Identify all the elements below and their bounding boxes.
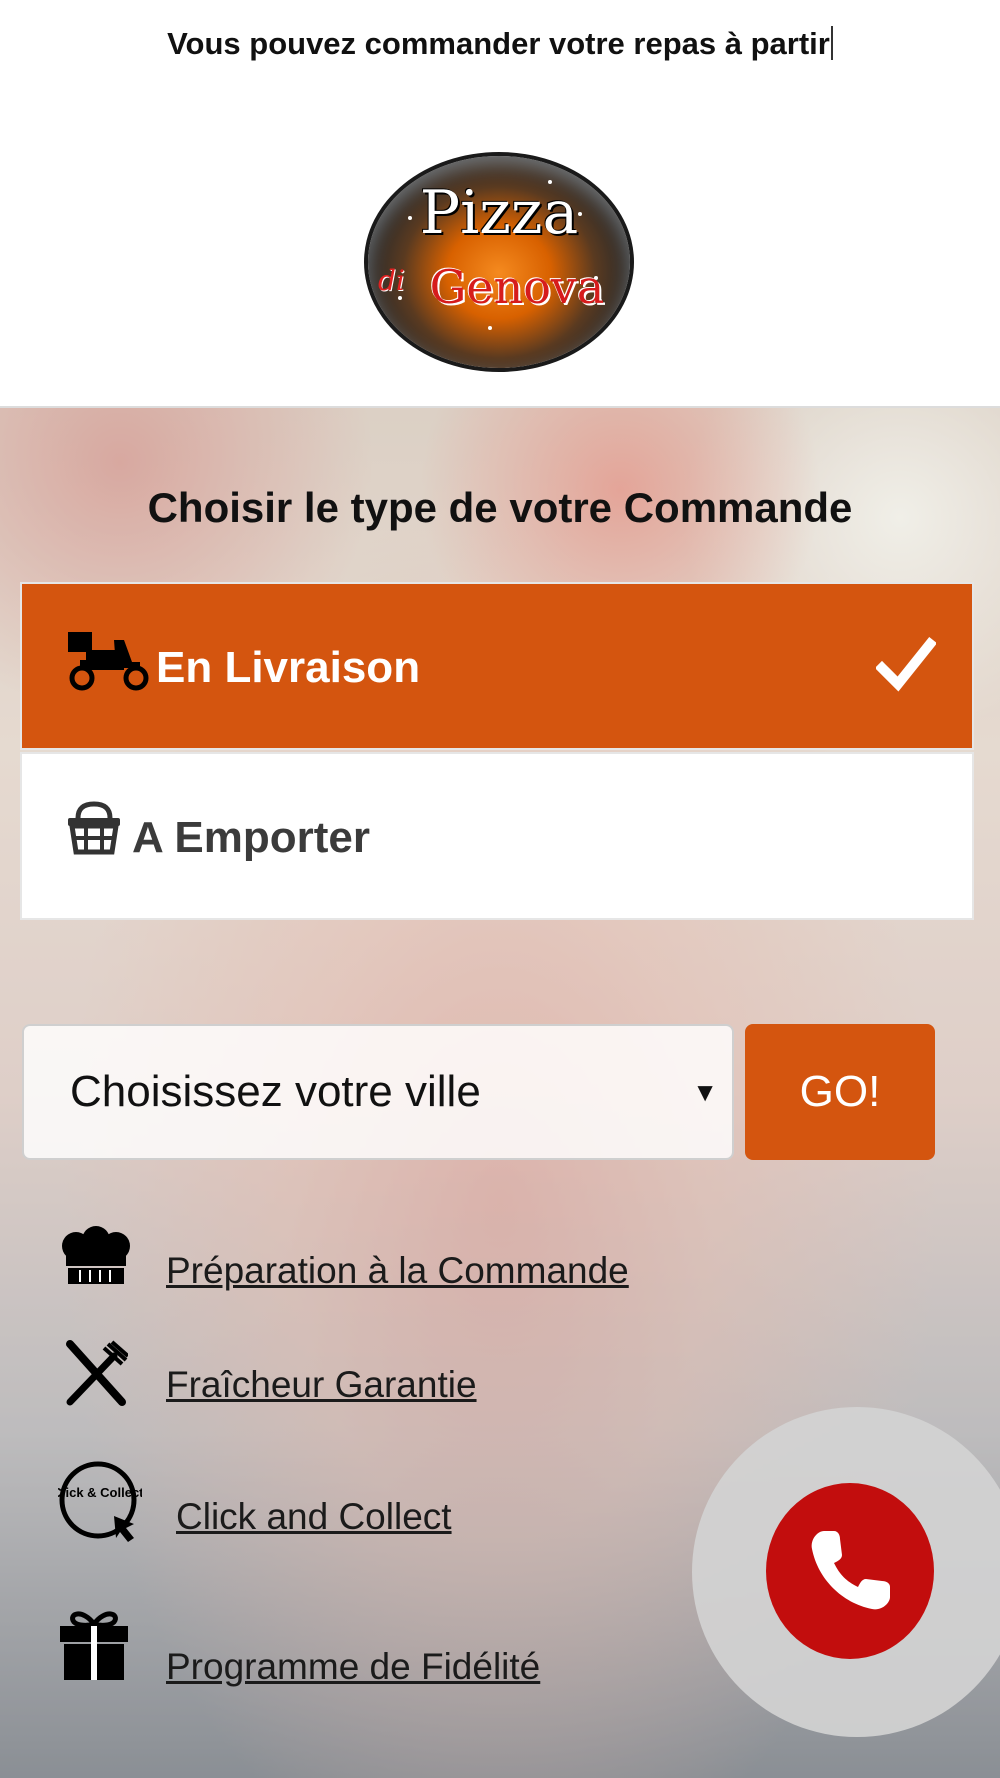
- feature-item: Programme de Fidélité: [0, 1608, 700, 1698]
- logo-text-di: di: [378, 264, 405, 297]
- city-select[interactable]: Choisissez votre ville ▼: [22, 1024, 734, 1160]
- text-cursor: [830, 26, 833, 60]
- tagline: Vous pouvez commander votre repas à part…: [0, 26, 1000, 62]
- hero-background: Choisir le type de votre Commande En Liv…: [0, 408, 1000, 1778]
- dropdown-arrow-icon: ▼: [692, 1077, 718, 1107]
- feature-label[interactable]: Programme de Fidélité: [166, 1646, 540, 1688]
- logo-text-pizza: Pizza: [419, 178, 579, 248]
- city-select-value: Choisissez votre ville: [70, 1067, 481, 1116]
- option-takeaway-label: A Emporter: [132, 813, 370, 862]
- call-button[interactable]: [766, 1483, 934, 1659]
- go-button[interactable]: GO!: [745, 1024, 935, 1160]
- chef-hat-icon: [58, 1226, 134, 1291]
- option-delivery[interactable]: En Livraison: [20, 582, 974, 750]
- feature-item: Fraîcheur Garantie: [0, 1340, 700, 1430]
- order-type-title: Choisir le type de votre Commande: [147, 484, 853, 531]
- logo-sparkle: [488, 326, 492, 330]
- gift-icon: [58, 1608, 130, 1687]
- feature-item: Click & Collect Click and Collect: [0, 1460, 700, 1550]
- feature-label[interactable]: Click and Collect: [176, 1496, 452, 1538]
- click-collect-icon: Click & Collect: [52, 1460, 144, 1553]
- click-collect-icon-text: Click & Collect: [58, 1485, 142, 1500]
- fork-knife-icon: [64, 1340, 130, 1411]
- logo-text-genova: Genova: [429, 260, 605, 314]
- scooter-icon: [66, 628, 150, 699]
- header: Vous pouvez commander votre repas à part…: [0, 0, 1000, 408]
- feature-label[interactable]: Fraîcheur Garantie: [166, 1364, 477, 1406]
- logo[interactable]: Pizza di Genova: [368, 156, 630, 368]
- option-delivery-label: En Livraison: [156, 643, 421, 692]
- feature-label[interactable]: Préparation à la Commande: [166, 1250, 629, 1292]
- feature-item: Préparation à la Commande: [0, 1226, 700, 1316]
- option-takeaway[interactable]: A Emporter: [20, 752, 974, 920]
- check-icon: [874, 636, 938, 701]
- basket-icon: [66, 800, 122, 861]
